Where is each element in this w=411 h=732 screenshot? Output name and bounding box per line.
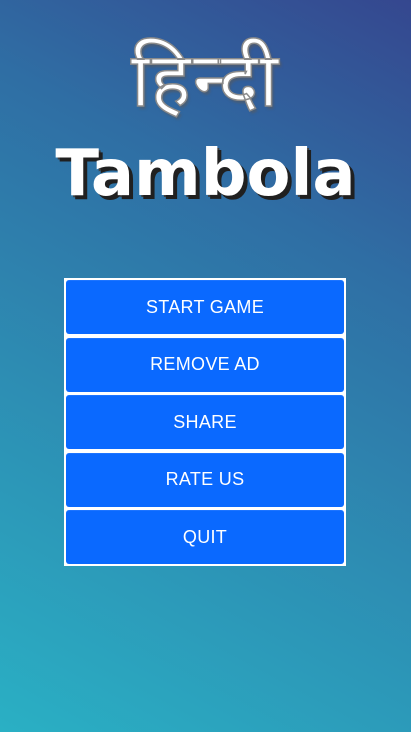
app-logo: हिन्दी Tambola [0, 30, 411, 210]
logo-title: Tambola [55, 137, 356, 211]
rate-us-button[interactable]: RATE US [66, 452, 344, 507]
quit-button[interactable]: QUIT [66, 510, 344, 564]
logo-hindi-text: हिन्दी [130, 34, 281, 125]
remove-ad-button[interactable]: REMOVE AD [66, 337, 344, 392]
share-button[interactable]: SHARE [66, 395, 344, 449]
start-game-button[interactable]: START GAME [66, 280, 344, 334]
main-menu: START GAME REMOVE AD SHARE RATE US QUIT [64, 278, 346, 566]
